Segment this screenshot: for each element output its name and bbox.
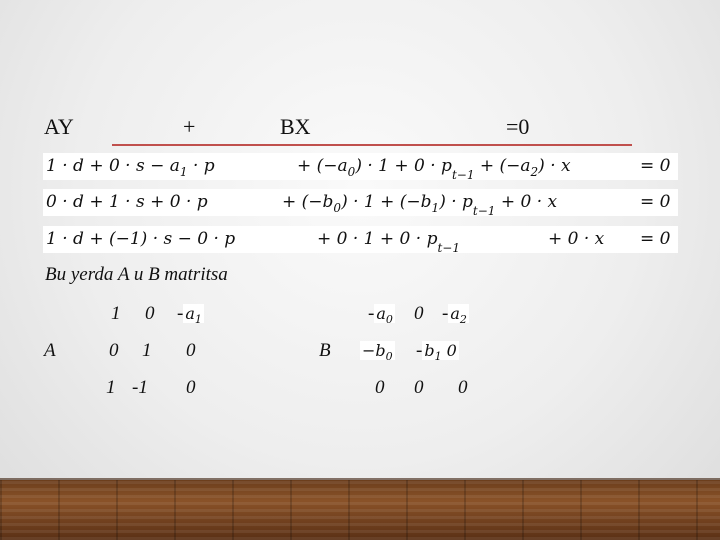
eq3-rhs: = 0 xyxy=(640,229,671,249)
matrix-a-r1c2: 0 xyxy=(145,303,155,324)
note-text: Bu yerda A u B matritsa xyxy=(45,264,228,285)
equation-row-1: 1 · d + 0 · s − a1 · p + (−a0) · 1 + 0 ·… xyxy=(43,153,678,182)
matrix-b-r2c1: −b0 xyxy=(360,341,395,363)
heading-equals-zero: =0 xyxy=(506,114,530,139)
eq2-term-2: + (−b0) · 1 + (−b1) · pt−1 + 0 · x xyxy=(282,192,558,218)
matrix-a-r2c2: 1 xyxy=(142,340,152,361)
matrix-a-r1c1: 1 xyxy=(111,303,121,324)
matrix-b-label: B xyxy=(319,340,331,361)
matrix-b-r3c3: 0 xyxy=(458,377,468,398)
eq3-term-1: 1 · d + (−1) · s − 0 · p xyxy=(46,229,236,249)
matrix-a-r3c3: 0 xyxy=(186,377,196,398)
eq3-term-2: + 0 · 1 + 0 · pt−1 xyxy=(317,229,460,255)
equation-row-3: 1 · d + (−1) · s − 0 · p + 0 · 1 + 0 · p… xyxy=(43,226,678,255)
matrix-b-r3c2: 0 xyxy=(414,377,424,398)
heading-ay: AY xyxy=(44,114,74,139)
wood-floor-decoration xyxy=(0,480,720,540)
eq2-rhs: = 0 xyxy=(640,192,671,212)
matrix-a-r3c2: -1 xyxy=(132,377,148,398)
matrix-b-r2c2: - b1 0 xyxy=(416,340,459,363)
eq1-rhs: = 0 xyxy=(640,156,671,176)
matrix-a-r2c1: 0 xyxy=(109,340,119,361)
eq2-term-1: 0 · d + 1 · s + 0 · p xyxy=(46,192,208,212)
matrix-a-r1c3: - a1 xyxy=(177,303,204,326)
title-underline xyxy=(112,144,632,146)
heading-bx: BX xyxy=(280,114,311,139)
equation-row-2: 0 · d + 1 · s + 0 · p + (−b0) · 1 + (−b1… xyxy=(43,189,678,218)
matrix-a-r2c3: 0 xyxy=(186,340,196,361)
matrix-a-label: A xyxy=(44,340,56,361)
matrix-a-r3c1: 1 xyxy=(106,377,116,398)
matrix-b-r3c1: 0 xyxy=(375,377,385,398)
heading-plus: + xyxy=(183,114,196,139)
matrix-b-r1c2: 0 xyxy=(414,303,424,324)
eq1-term-2: + (−a0) · 1 + 0 · pt−1 + (−a2) · x xyxy=(297,156,571,182)
eq3-term-3: + 0 · x xyxy=(548,229,605,249)
matrix-b-r1c3: - a2 xyxy=(442,303,469,326)
eq1-term-1: 1 · d + 0 · s − a1 · p xyxy=(46,156,215,179)
matrix-b-r1c1: - a0 xyxy=(368,303,395,326)
